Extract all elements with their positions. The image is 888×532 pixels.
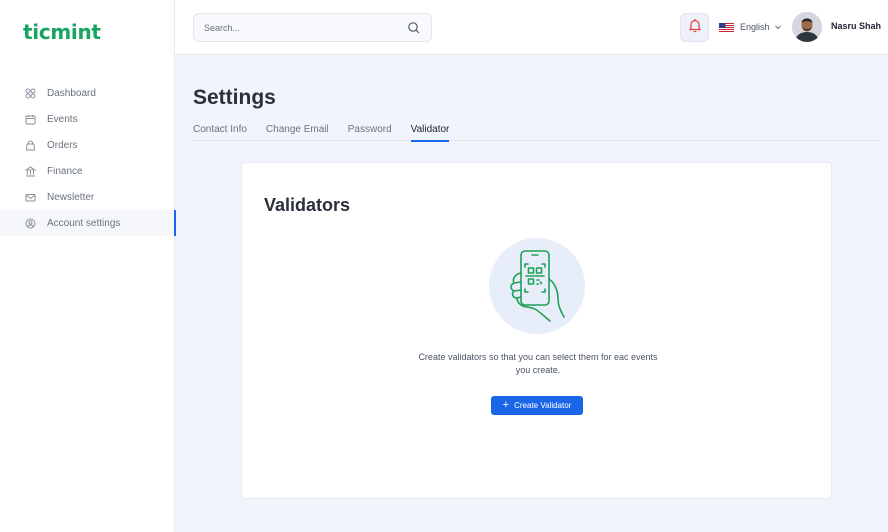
create-validator-label: Create Validator	[514, 401, 572, 410]
user-name[interactable]: Nasru Shah	[831, 21, 881, 31]
sidebar-item-events[interactable]: Events	[0, 106, 175, 132]
mail-icon	[25, 192, 36, 203]
sidebar-item-label: Events	[47, 113, 78, 125]
sidebar-item-orders[interactable]: Orders	[0, 132, 175, 158]
top-header: English Nasru Shah	[175, 0, 888, 55]
sidebar-item-finance[interactable]: Finance	[0, 158, 175, 184]
tab-validator[interactable]: Validator	[410, 124, 449, 142]
create-validator-button[interactable]: + Create Validator	[491, 396, 583, 415]
sidebar-item-newsletter[interactable]: Newsletter	[0, 184, 175, 210]
page-title: Settings	[193, 86, 276, 109]
grid-icon	[25, 88, 36, 99]
calendar-icon	[25, 114, 36, 125]
bank-icon	[25, 165, 36, 177]
language-selector[interactable]: English	[719, 20, 782, 34]
user-circle-icon	[25, 218, 36, 229]
plus-icon: +	[502, 399, 510, 411]
bag-icon	[25, 140, 36, 151]
sidebar-item-label: Newsletter	[47, 191, 95, 203]
sidebar-item-label: Finance	[47, 165, 83, 177]
tab-password[interactable]: Password	[348, 124, 392, 141]
chevron-down-icon	[774, 23, 782, 31]
sidebar-item-label: Dashboard	[47, 87, 96, 99]
qr-scan-phone-icon	[488, 237, 586, 335]
sidebar-item-label: Account settings	[47, 217, 121, 229]
validators-card: Validators Create validators so that you…	[241, 162, 832, 499]
sidebar-item-dashboard[interactable]: Dashboard	[0, 80, 175, 106]
settings-tabs: Contact Info Change Email Password Valid…	[193, 124, 880, 142]
tab-contact-info[interactable]: Contact Info	[193, 124, 247, 141]
search-icon[interactable]	[407, 21, 421, 35]
validators-description: Create validators so that you can select…	[418, 352, 658, 375]
search-input[interactable]	[204, 14, 399, 41]
validators-title: Validators	[264, 195, 351, 215]
sidebar-nav: Dashboard Events Orders Finance Newslett…	[0, 80, 176, 236]
brand-logo[interactable]: ticmint	[23, 20, 101, 44]
sidebar-item-label: Orders	[47, 139, 78, 151]
sidebar: ticmint Dashboard Events Orders Finance	[0, 0, 176, 532]
tab-change-email[interactable]: Change Email	[266, 124, 329, 141]
avatar[interactable]	[792, 12, 822, 42]
notifications-button[interactable]	[680, 13, 709, 42]
language-label: English	[740, 22, 770, 32]
bell-icon	[688, 18, 702, 38]
search-box	[193, 13, 432, 42]
us-flag-icon	[719, 22, 734, 32]
sidebar-item-account-settings[interactable]: Account settings	[0, 210, 176, 236]
